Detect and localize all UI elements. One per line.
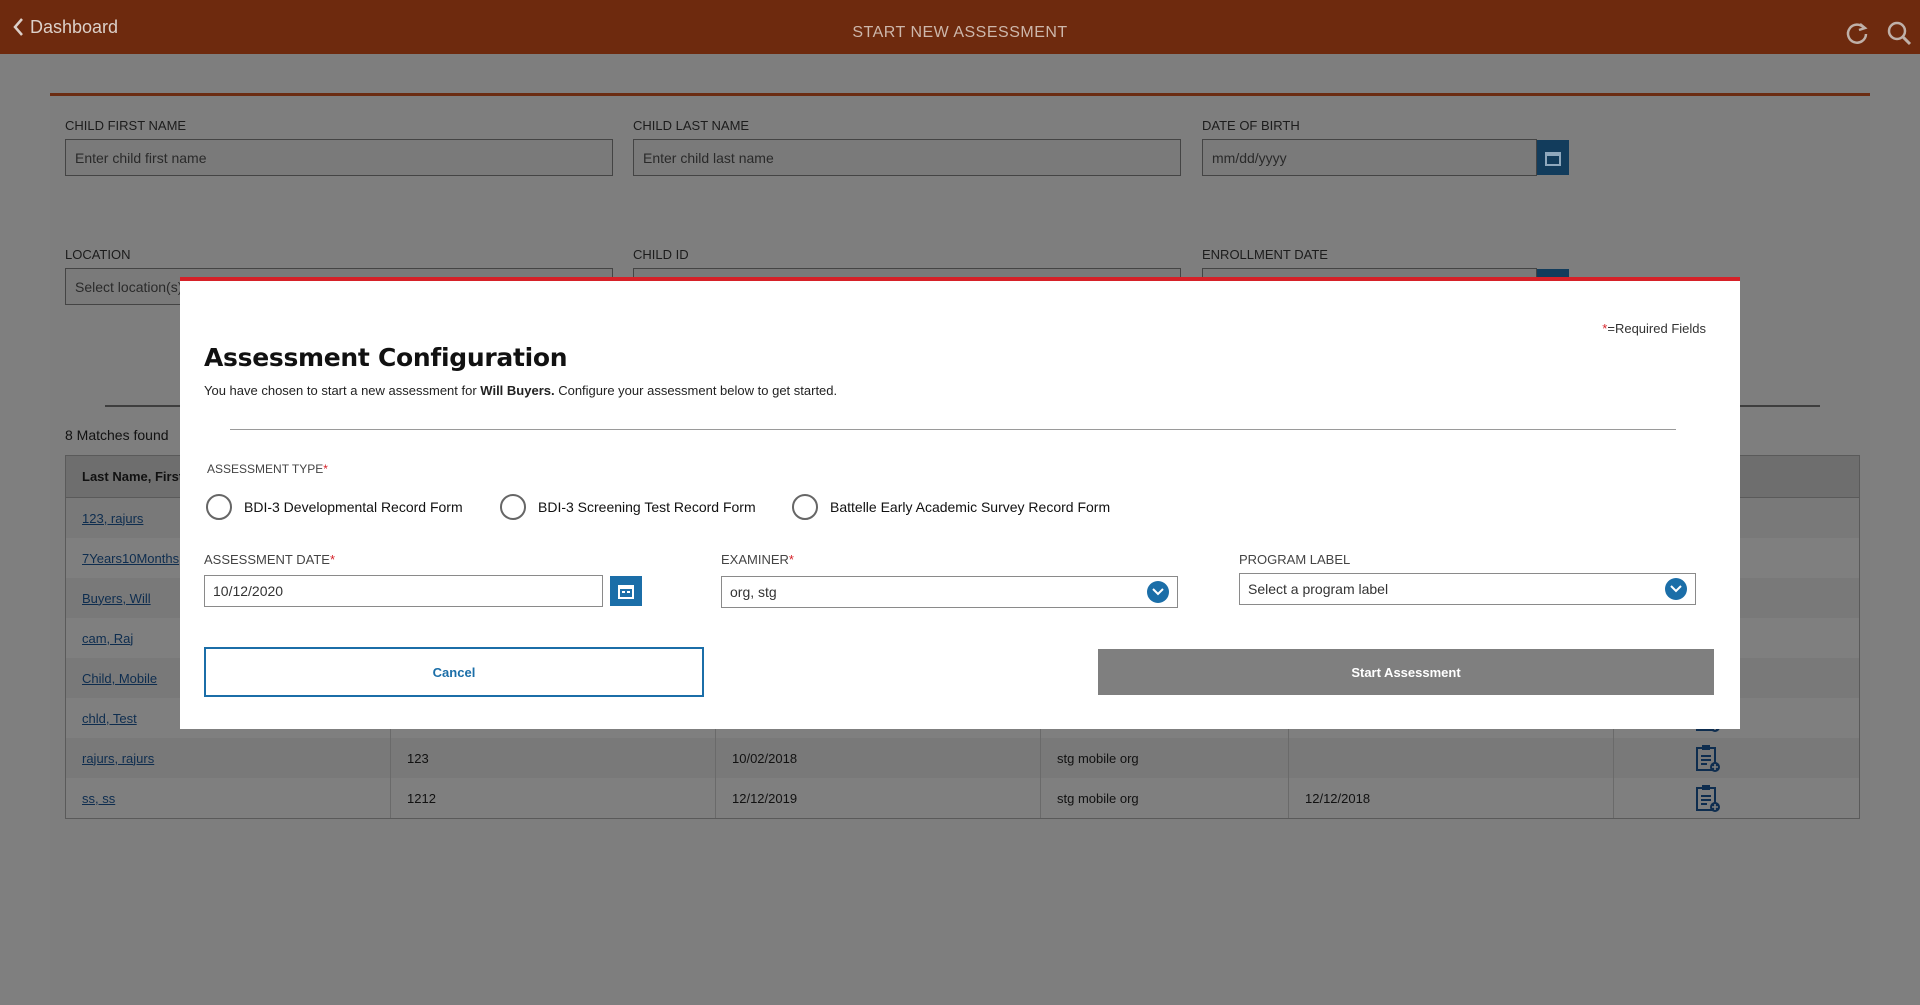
child-name-link[interactable]: Child, Mobile — [82, 671, 157, 686]
table-row: ss, ss 1212 12/12/2019 stg mobile org 12/12/… — [66, 778, 1859, 818]
dob-input[interactable]: mm/dd/yyyy — [1202, 139, 1537, 176]
subtitle-post: Configure your assessment below to get s… — [554, 383, 838, 398]
first-name-label: CHILD FIRST NAME — [65, 118, 187, 133]
cell-org: stg mobile org — [1041, 778, 1289, 818]
dob-calendar-button[interactable] — [1537, 140, 1569, 175]
dob-label: DATE OF BIRTH — [1202, 118, 1300, 133]
cell-org: stg mobile org — [1041, 738, 1289, 778]
child-name-link[interactable]: 123, rajurs — [82, 511, 143, 526]
assessment-date-input[interactable]: 10/12/2020 — [204, 575, 603, 607]
cell-dob: 10/02/2018 — [716, 738, 1041, 778]
cell-text: 1212 — [407, 790, 436, 806]
clipboard-add-icon[interactable] — [1694, 744, 1722, 774]
modal-subtitle: You have chosen to start a new assessmen… — [204, 383, 837, 398]
calendar-icon — [1545, 151, 1561, 166]
cell-text: 123 — [407, 750, 429, 766]
header-name-column: Last Name, First — [82, 469, 184, 484]
assessment-date-label: ASSESSMENT DATE* — [204, 552, 335, 567]
cell-name[interactable]: rajurs, rajurs — [66, 738, 391, 778]
radio-battelle-early-academic[interactable]: Battelle Early Academic Survey Record Fo… — [792, 494, 1110, 520]
location-label: LOCATION — [65, 247, 131, 262]
required-text: =Required Fields — [1607, 321, 1706, 336]
enrollment-date-label: ENROLLMENT DATE — [1202, 247, 1328, 262]
examiner-label: EXAMINER* — [721, 552, 794, 567]
cell-enroll — [1289, 738, 1614, 778]
divider-right — [1740, 405, 1820, 407]
modal-divider — [230, 429, 1676, 430]
required-star: * — [788, 552, 794, 567]
child-name-link[interactable]: Buyers, Will — [82, 591, 151, 606]
cell-name[interactable]: ss, ss — [66, 778, 391, 818]
cell-text: stg mobile org — [1057, 790, 1139, 806]
radio-circle[interactable] — [206, 494, 232, 520]
program-label-label: PROGRAM LABEL — [1239, 552, 1351, 567]
child-name-link[interactable]: ss, ss — [82, 791, 115, 806]
child-name-link[interactable]: 7Years10Months — [82, 551, 179, 566]
section-divider — [50, 93, 1870, 96]
subtitle-pre: You have chosen to start a new assessmen… — [204, 383, 481, 398]
assessment-type-label: ASSESSMENT TYPE* — [207, 462, 328, 476]
child-name: Will Buyers. — [480, 383, 555, 398]
child-name-link[interactable]: rajurs, rajurs — [82, 751, 154, 766]
cancel-button[interactable]: Cancel — [204, 647, 704, 697]
cell-text: 10/02/2018 — [732, 750, 798, 766]
required-star: * — [323, 462, 328, 476]
chevron-down-icon[interactable] — [1147, 581, 1169, 603]
cell-text: stg mobile org — [1057, 750, 1139, 766]
refresh-icon[interactable] — [1844, 20, 1870, 46]
last-name-placeholder: Enter child last name — [643, 149, 774, 166]
page-title: START NEW ASSESSMENT — [852, 24, 1068, 41]
cell-enroll: 12/12/2018 — [1289, 778, 1614, 818]
radio-bdi3-screening[interactable]: BDI-3 Screening Test Record Form — [500, 494, 756, 520]
program-label-select[interactable]: Select a program label — [1239, 573, 1696, 605]
required-fields-note: *=Required Fields — [1602, 321, 1706, 336]
cell-text: 12/12/2019 — [732, 790, 798, 806]
chevron-down-icon[interactable] — [1665, 578, 1687, 600]
modal-title: Assessment Configuration — [204, 343, 568, 372]
examiner-select[interactable]: org, stg — [721, 576, 1178, 608]
radio-bdi3-developmental[interactable]: BDI-3 Developmental Record Form — [206, 494, 463, 520]
table-row: rajurs, rajurs 123 10/02/2018 stg mobile or… — [66, 738, 1859, 778]
radio-label: Battelle Early Academic Survey Record Fo… — [830, 499, 1111, 515]
examiner-text: EXAMINER — [721, 552, 789, 567]
required-star: * — [329, 552, 335, 567]
assessment-date-value: 10/12/2020 — [213, 583, 284, 599]
radio-label: BDI-3 Developmental Record Form — [244, 499, 463, 515]
search-icon[interactable] — [1886, 20, 1912, 46]
assessment-date-text: ASSESSMENT DATE — [204, 552, 330, 567]
assessment-date-calendar-button[interactable] — [610, 576, 642, 606]
child-name-link[interactable]: cam, Raj — [82, 631, 133, 646]
assessment-type-text: ASSESSMENT TYPE — [207, 462, 324, 476]
cell-id: 1212 — [391, 778, 716, 818]
dob-placeholder: mm/dd/yyyy — [1212, 149, 1287, 166]
child-name-link[interactable]: chld, Test — [82, 711, 137, 726]
examiner-value: org, stg — [730, 584, 777, 600]
radio-circle[interactable] — [500, 494, 526, 520]
cell-dob: 12/12/2019 — [716, 778, 1041, 818]
radio-label: BDI-3 Screening Test Record Form — [538, 499, 756, 515]
assessment-config-modal: *=Required Fields Assessment Configurati… — [180, 277, 1740, 729]
program-label-placeholder: Select a program label — [1248, 581, 1389, 597]
last-name-label: CHILD LAST NAME — [633, 118, 750, 133]
calendar-icon — [618, 585, 634, 599]
first-name-placeholder: Enter child first name — [75, 149, 207, 166]
first-name-input[interactable]: Enter child first name — [65, 139, 613, 176]
divider-left — [105, 405, 185, 407]
last-name-input[interactable]: Enter child last name — [633, 139, 1181, 176]
top-bar: Dashboard START NEW ASSESSMENT — [0, 0, 1920, 54]
radio-circle[interactable] — [792, 494, 818, 520]
child-id-label: CHILD ID — [633, 247, 689, 262]
cell-id: 123 — [391, 738, 716, 778]
matches-count: 8 Matches found — [65, 427, 169, 443]
location-placeholder: Select location(s) — [75, 278, 183, 295]
clipboard-add-icon[interactable] — [1694, 784, 1722, 814]
cell-text: 12/12/2018 — [1305, 790, 1371, 806]
start-assessment-button[interactable]: Start Assessment — [1098, 649, 1714, 695]
